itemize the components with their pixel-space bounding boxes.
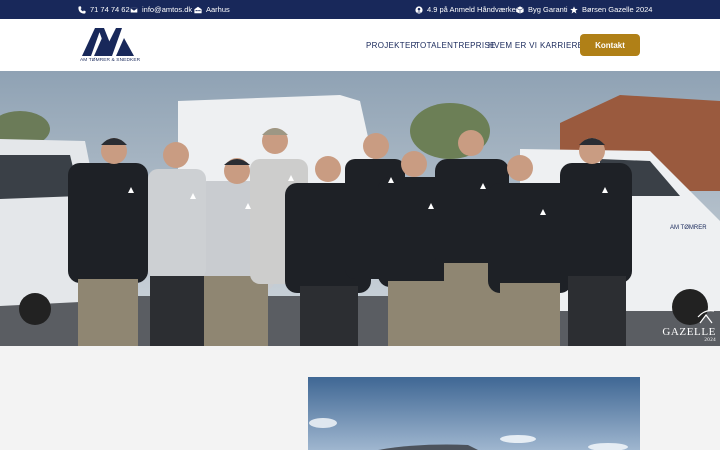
phone-link[interactable]: 71 74 74 62 [78,0,130,19]
project-photo-illustration [308,377,640,450]
city-label: Aarhus [206,5,230,14]
award-link[interactable]: Børsen Gazelle 2024 [570,0,652,19]
rating-text: 4.9 på Anmeld Håndværker [427,5,519,14]
hero-team-photo: AM TØMRER GAZELLE 2024 [0,71,720,346]
phone-icon [78,5,86,14]
logo-text: AM TØMRER & SNEDKER [80,58,141,63]
nav-item-karriere[interactable]: KARRIERE [540,19,583,71]
location-link[interactable]: Aarhus [194,0,230,19]
contact-button[interactable]: Kontakt [580,34,640,56]
phone-number: 71 74 74 62 [90,5,130,14]
rating-link[interactable]: 4.9 på Anmeld Håndværker [415,0,518,19]
envelope-icon [130,6,138,13]
top-info-bar: 71 74 74 62 info@amtos.dk Aarhus 4.9 på … [0,0,720,19]
gazelle-award-badge: GAZELLE 2024 [662,326,716,343]
content-section [0,346,720,450]
project-photo [308,377,640,450]
email-address: info@amtos.dk [142,5,193,14]
building-icon [194,6,202,13]
site-header: AM TØMRER & SNEDKER PROJEKTER TOTALENTRE… [0,19,720,71]
team-photo-illustration: AM TØMRER [0,71,720,346]
gazelle-title: GAZELLE [662,326,716,338]
nav-item-totalentreprise[interactable]: TOTALENTREPRISE [415,19,496,71]
user-circle-icon [415,5,423,14]
email-link[interactable]: info@amtos.dk [130,0,192,19]
guarantee-text: Byg Garanti [528,5,568,14]
nav-item-hvem-er-vi[interactable]: HVEM ER VI [488,19,537,71]
nav-item-projekter[interactable]: PROJEKTER [366,19,417,71]
gazelle-year: 2024 [704,338,716,343]
guarantee-link[interactable]: Byg Garanti [516,0,568,19]
company-logo[interactable]: AM TØMRER & SNEDKER [80,26,140,66]
award-text: Børsen Gazelle 2024 [582,5,653,14]
svg-text:AM TØMRER: AM TØMRER [670,225,707,231]
logo-mark-icon [82,28,134,56]
star-icon [570,5,578,13]
cube-icon [516,5,524,14]
